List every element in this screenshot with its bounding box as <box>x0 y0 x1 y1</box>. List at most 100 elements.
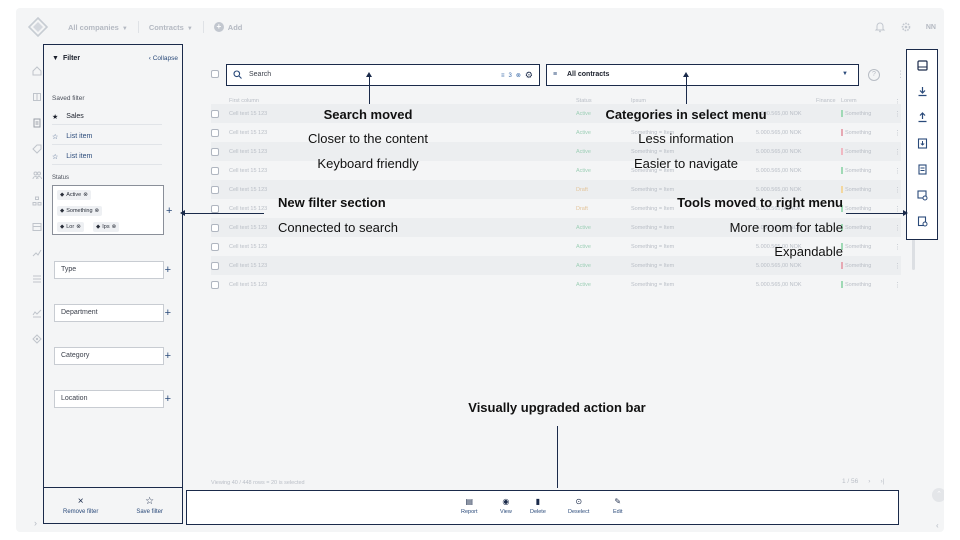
row-checkbox[interactable] <box>211 261 219 270</box>
arrow-right-icon <box>903 210 908 216</box>
annotation-connector <box>686 76 687 104</box>
row-checkbox[interactable] <box>211 204 219 213</box>
row-checkbox[interactable] <box>211 147 219 156</box>
annotation-title: New filter section <box>278 195 386 210</box>
status-chip-lor[interactable]: ◆ Lor ⊗ <box>57 222 84 232</box>
list-icon[interactable] <box>32 274 42 284</box>
status-chip-something[interactable]: ◆ Something ⊗ <box>57 206 103 216</box>
type-filter[interactable]: Type + <box>54 261 171 279</box>
annotation-connector <box>369 76 370 104</box>
row-menu-icon[interactable]: ⋮ <box>894 262 901 270</box>
category-select[interactable]: ≡ All contracts ▼ <box>546 64 859 86</box>
row-menu-icon[interactable]: ⋮ <box>894 167 901 175</box>
collapse-button[interactable]: ‹ Collapse <box>149 55 178 62</box>
deselect-button[interactable]: ⊙ Deselect <box>568 498 589 516</box>
chevron-down-icon: ▼ <box>121 25 128 32</box>
row-menu-icon[interactable]: ⋮ <box>894 205 901 213</box>
save-filter-button[interactable]: ☆ Save filter <box>136 496 163 515</box>
search-input[interactable]: Search ≡ 3 ⊗ ⚙ <box>226 64 540 86</box>
user-avatar[interactable]: NN <box>926 24 936 31</box>
company-select[interactable]: All companies ▼ <box>68 23 128 32</box>
network-icon[interactable] <box>32 334 42 344</box>
scroll-top-button[interactable]: ⌃ <box>932 488 944 502</box>
cell-finance: 5.000.565,00 NOK <box>756 281 802 288</box>
saved-filter-item[interactable]: ☆ List item <box>52 129 162 145</box>
table-row[interactable]: Cell text 15 123 Active Something = Item 5.… <box>211 161 901 180</box>
row-menu-icon[interactable]: ⋮ <box>894 224 901 232</box>
row-checkbox[interactable] <box>211 166 219 175</box>
table-row[interactable]: Cell text 15 123 Active Something = Item 5.… <box>211 275 901 294</box>
location-filter[interactable]: Location + <box>54 390 171 408</box>
row-checkbox[interactable] <box>211 223 219 232</box>
row-checkbox[interactable] <box>211 185 219 194</box>
delete-button[interactable]: ▮ Delete <box>530 498 546 516</box>
table-row[interactable]: Cell text 15 123 Active 5.000.565,00 NOK So… <box>211 104 901 123</box>
status-chip-active[interactable]: ◆ Active ⊗ <box>57 190 91 200</box>
document-icon[interactable] <box>32 118 42 128</box>
row-checkbox[interactable] <box>211 128 219 137</box>
saved-filter-item[interactable]: ☆ List item <box>52 149 162 165</box>
edit-button[interactable]: ✎ Edit <box>613 498 622 516</box>
archive-icon[interactable] <box>32 222 42 232</box>
row-menu-icon[interactable]: ⋮ <box>894 148 901 156</box>
search-filter-summary[interactable]: ≡ 3 ⊗ ⚙ <box>501 70 533 81</box>
report-button[interactable]: ▤ Report <box>461 498 478 516</box>
saved-filter-item[interactable]: ★ Sales <box>52 109 162 125</box>
remove-filter-button[interactable]: × Remove filter <box>63 496 98 515</box>
category-filter[interactable]: Category + <box>54 347 171 365</box>
home-icon[interactable] <box>32 66 42 76</box>
plus-icon[interactable]: + <box>165 348 171 364</box>
section-select[interactable]: Contracts ▼ <box>149 23 193 32</box>
row-menu-icon[interactable]: ⋮ <box>894 186 901 194</box>
tag-icon[interactable] <box>32 144 42 154</box>
sliders-icon[interactable]: ⚙ <box>525 70 533 81</box>
chart-line-icon[interactable] <box>32 248 42 258</box>
action-bar: ▤ Report ◉ View ▮ Delete ⊙ Deselect ✎ Edit <box>186 490 899 525</box>
more-options-icon[interactable]: ⋮ <box>896 69 905 80</box>
next-page-icon[interactable]: › <box>868 478 870 485</box>
help-icon[interactable]: ? <box>868 69 880 81</box>
org-chart-icon[interactable] <box>32 196 42 206</box>
status-chip-box[interactable]: ◆ Active ⊗ ◆ Something ⊗ ◆ Lor ⊗ ◆ Ips ⊗ <box>52 185 164 235</box>
row-menu-icon[interactable]: ⋮ <box>894 243 901 251</box>
analytics-icon[interactable] <box>32 308 42 318</box>
export-file-icon[interactable] <box>917 138 928 149</box>
bell-icon[interactable] <box>874 21 886 33</box>
row-checkbox[interactable] <box>211 242 219 251</box>
building-icon[interactable] <box>32 92 42 102</box>
status-chip-ips[interactable]: ◆ Ips ⊗ <box>93 222 120 232</box>
department-filter[interactable]: Department + <box>54 304 171 322</box>
expand-rail-icon[interactable]: › <box>34 518 37 528</box>
last-page-icon[interactable]: ›| <box>880 478 884 485</box>
collapse-right-icon[interactable]: ‹ <box>936 521 939 530</box>
cell-name: Cell text 15 123 <box>229 129 268 136</box>
arrow-up-icon <box>683 72 689 77</box>
upload-icon[interactable] <box>917 112 928 123</box>
select-all-checkbox[interactable] <box>211 70 219 78</box>
gear-icon[interactable] <box>900 21 912 33</box>
annotation-text: Less information <box>638 131 734 146</box>
row-menu-icon[interactable]: ⋮ <box>894 110 901 118</box>
plus-icon[interactable]: + <box>165 391 171 407</box>
row-checkbox[interactable] <box>211 109 219 118</box>
row-checkbox[interactable] <box>211 280 219 289</box>
row-menu-icon[interactable]: ⋮ <box>894 281 901 289</box>
users-icon[interactable] <box>32 170 42 180</box>
cell-item: Something = Item <box>631 205 675 212</box>
view-button[interactable]: ◉ View <box>500 498 512 516</box>
cell-finance: 5.000.565,00 NOK <box>756 167 802 174</box>
file-text-icon[interactable] <box>917 164 928 175</box>
add-button[interactable]: + Add <box>213 22 242 32</box>
sort-lines-icon: ≡ <box>553 71 558 78</box>
plus-icon[interactable]: + <box>165 262 171 278</box>
report-settings-icon[interactable] <box>917 216 928 227</box>
add-status-button[interactable]: + <box>166 205 172 217</box>
logo-icon[interactable] <box>28 17 48 37</box>
download-icon[interactable] <box>917 86 928 97</box>
table-settings-icon[interactable] <box>917 190 928 201</box>
plus-icon[interactable]: + <box>165 305 171 321</box>
filter-panel: ▼ Filter ‹ Collapse Saved filter ★ Sales ☆… <box>43 44 183 524</box>
table-view-icon[interactable] <box>917 60 928 71</box>
clear-filter-icon[interactable]: ⊗ <box>516 72 521 79</box>
row-menu-icon[interactable]: ⋮ <box>894 129 901 137</box>
